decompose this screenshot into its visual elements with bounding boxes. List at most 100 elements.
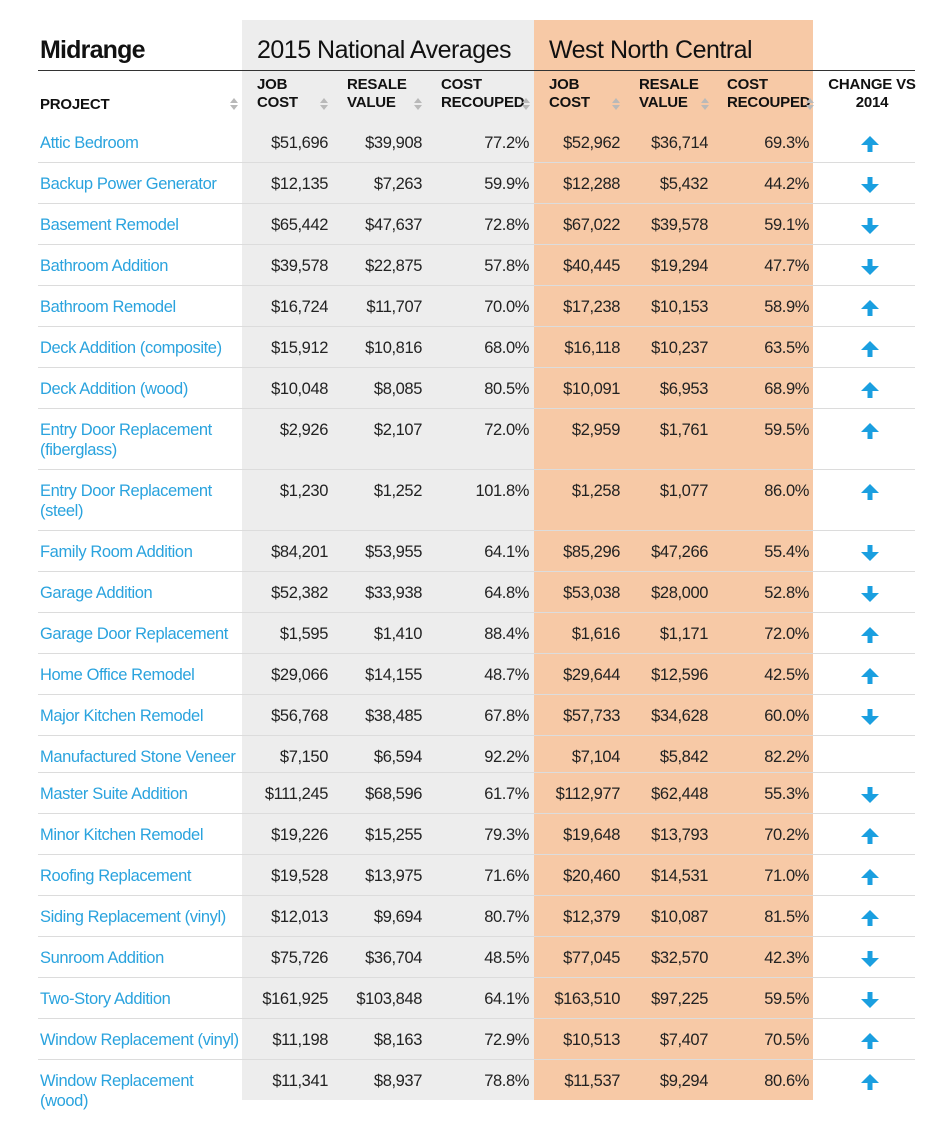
- nat-resale-value-cell: $7,263: [373, 175, 422, 193]
- project-link[interactable]: Bathroom Remodel: [40, 297, 240, 317]
- reg-job-cost-cell: $10,513: [563, 1031, 620, 1049]
- project-link[interactable]: Garage Addition: [40, 583, 240, 603]
- project-link[interactable]: Family Room Addition: [40, 542, 240, 562]
- reg-job-cost-cell: $20,460: [563, 867, 620, 885]
- project-link[interactable]: Home Office Remodel: [40, 665, 240, 685]
- column-header-project[interactable]: PROJECT: [40, 96, 110, 114]
- project-link[interactable]: Window Replacement (wood): [40, 1071, 240, 1111]
- arrow-up-icon: [860, 340, 880, 358]
- reg-cost-recouped-cell: 63.5%: [764, 339, 809, 357]
- project-link[interactable]: Backup Power Generator: [40, 174, 240, 194]
- table-row: Bathroom Remodel $16,724 $11,707 70.0% $17,2…: [0, 286, 932, 327]
- sort-project-icon[interactable]: [230, 98, 238, 112]
- table-row: Backup Power Generator $12,135 $7,263 59.9%…: [0, 163, 932, 204]
- reg-job-cost-cell: $1,616: [571, 625, 620, 643]
- reg-resale-value-cell: $5,842: [659, 748, 708, 766]
- column-header-nat-cost-recouped[interactable]: COST RECOUPED: [441, 76, 525, 112]
- project-link[interactable]: Attic Bedroom: [40, 133, 240, 153]
- column-header-reg-cost-recouped[interactable]: COST RECOUPED: [727, 76, 811, 112]
- nat-resale-value-cell: $103,848: [356, 990, 422, 1008]
- column-header-reg-resale-value[interactable]: RESALE VALUE: [639, 76, 699, 112]
- project-link[interactable]: Major Kitchen Remodel: [40, 706, 240, 726]
- reg-job-cost-cell: $10,091: [563, 380, 620, 398]
- nat-resale-value-cell: $47,637: [365, 216, 422, 234]
- column-header-nat-job-cost[interactable]: JOB COST: [257, 76, 298, 112]
- arrow-down-icon: [860, 176, 880, 194]
- project-link[interactable]: Minor Kitchen Remodel: [40, 825, 240, 845]
- table-row: Master Suite Addition $111,245 $68,596 61.7…: [0, 773, 932, 814]
- sort-nat-resale-value-icon[interactable]: [414, 98, 422, 112]
- sort-reg-job-cost-icon[interactable]: [612, 98, 620, 112]
- reg-resale-value-cell: $97,225: [651, 990, 708, 1008]
- reg-resale-value-cell: $62,448: [651, 785, 708, 803]
- nat-cost-recouped-cell: 101.8%: [475, 482, 529, 500]
- reg-cost-recouped-cell: 59.1%: [764, 216, 809, 234]
- arrow-up-icon: [860, 827, 880, 845]
- project-link[interactable]: Window Replacement (vinyl): [40, 1030, 240, 1050]
- nat-job-cost-cell: $7,150: [279, 748, 328, 766]
- nat-cost-recouped-cell: 72.0%: [484, 421, 529, 439]
- project-link[interactable]: Manufactured Stone Veneer: [40, 747, 240, 767]
- national-averages-title: 2015 National Averages: [257, 36, 512, 64]
- sort-nat-job-cost-icon[interactable]: [320, 98, 328, 112]
- sort-reg-cost-recouped-icon[interactable]: [806, 98, 814, 112]
- table-row: Attic Bedroom $51,696 $39,908 77.2% $52,962 $…: [0, 122, 932, 163]
- nat-cost-recouped-cell: 92.2%: [484, 748, 529, 766]
- reg-cost-recouped-cell: 42.5%: [764, 666, 809, 684]
- nat-resale-value-cell: $39,908: [365, 134, 422, 152]
- reg-job-cost-cell: $12,288: [563, 175, 620, 193]
- nat-resale-value-cell: $53,955: [365, 543, 422, 561]
- project-link[interactable]: Siding Replacement (vinyl): [40, 907, 240, 927]
- reg-job-cost-cell: $17,238: [563, 298, 620, 316]
- sort-nat-cost-recouped-icon[interactable]: [522, 98, 530, 112]
- arrow-up-icon: [860, 381, 880, 399]
- nat-cost-recouped-cell: 64.1%: [484, 990, 529, 1008]
- arrow-up-icon: [860, 1032, 880, 1050]
- nat-job-cost-cell: $11,341: [272, 1072, 328, 1090]
- project-link[interactable]: Bathroom Addition: [40, 256, 240, 276]
- project-link[interactable]: Basement Remodel: [40, 215, 240, 235]
- column-header-change[interactable]: CHANGE VS 2014: [826, 76, 918, 112]
- reg-resale-value-cell: $7,407: [659, 1031, 708, 1049]
- table-row: Sunroom Addition $75,726 $36,704 48.5% $77,0…: [0, 937, 932, 978]
- reg-resale-value-cell: $28,000: [651, 584, 708, 602]
- nat-cost-recouped-cell: 48.7%: [484, 666, 529, 684]
- nat-cost-recouped-cell: 57.8%: [484, 257, 529, 275]
- nat-resale-value-cell: $10,816: [365, 339, 422, 357]
- arrow-down-icon: [860, 217, 880, 235]
- nat-job-cost-cell: $84,201: [271, 543, 328, 561]
- sort-reg-resale-value-icon[interactable]: [701, 98, 709, 112]
- cost-vs-value-table: Midrange 2015 National Averages West Nor…: [0, 0, 932, 1130]
- nat-job-cost-cell: $1,230: [279, 482, 328, 500]
- reg-cost-recouped-cell: 70.5%: [764, 1031, 809, 1049]
- arrow-down-icon: [860, 258, 880, 276]
- column-header-nat-resale-value[interactable]: RESALE VALUE: [347, 76, 407, 112]
- reg-job-cost-cell: $67,022: [563, 216, 620, 234]
- reg-cost-recouped-cell: 60.0%: [764, 707, 809, 725]
- project-link[interactable]: Entry Door Replacement (steel): [40, 481, 240, 521]
- project-link[interactable]: Deck Addition (composite): [40, 338, 240, 358]
- nat-cost-recouped-cell: 79.3%: [484, 826, 529, 844]
- project-link[interactable]: Master Suite Addition: [40, 784, 240, 804]
- arrow-down-icon: [860, 585, 880, 603]
- project-link[interactable]: Roofing Replacement: [40, 866, 240, 886]
- project-link[interactable]: Sunroom Addition: [40, 948, 240, 968]
- reg-cost-recouped-cell: 59.5%: [764, 421, 809, 439]
- column-header-reg-job-cost[interactable]: JOB COST: [549, 76, 590, 112]
- arrow-up-icon: [860, 626, 880, 644]
- project-link[interactable]: Deck Addition (wood): [40, 379, 240, 399]
- table-row: Deck Addition (wood) $10,048 $8,085 80.5% $1…: [0, 368, 932, 409]
- table-body: Attic Bedroom $51,696 $39,908 77.2% $52,962 $…: [0, 122, 932, 1110]
- project-link[interactable]: Entry Door Replacement (fiberglass): [40, 420, 240, 460]
- nat-job-cost-cell: $1,595: [279, 625, 328, 643]
- project-link[interactable]: Two-Story Addition: [40, 989, 240, 1009]
- nat-cost-recouped-cell: 71.6%: [484, 867, 529, 885]
- arrow-down-icon: [860, 786, 880, 804]
- table-row: Siding Replacement (vinyl) $12,013 $9,694 8…: [0, 896, 932, 937]
- project-link[interactable]: Garage Door Replacement: [40, 624, 240, 644]
- column-header-row: PROJECT JOB COST RESALE VALUE COST RECOU…: [0, 76, 932, 122]
- nat-job-cost-cell: $11,198: [272, 1031, 328, 1049]
- reg-resale-value-cell: $14,531: [651, 867, 708, 885]
- nat-job-cost-cell: $65,442: [271, 216, 328, 234]
- nat-job-cost-cell: $10,048: [271, 380, 328, 398]
